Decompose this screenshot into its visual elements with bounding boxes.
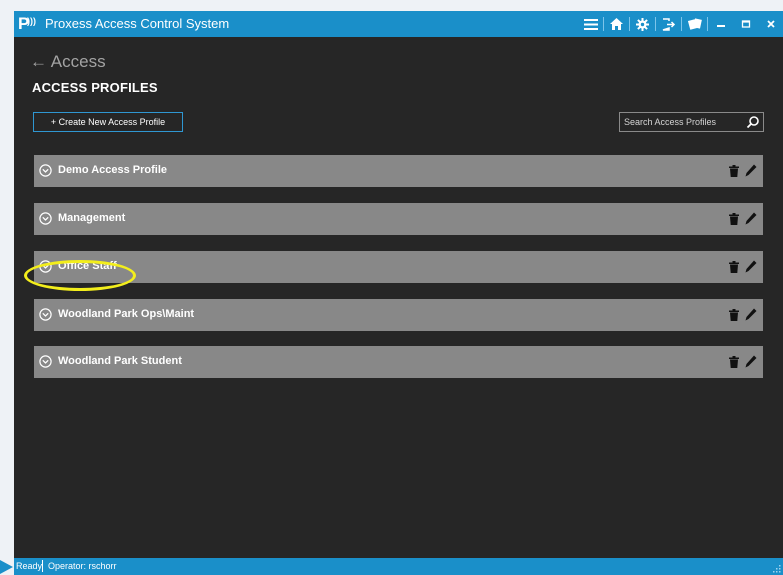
pencil-icon[interactable] — [745, 212, 757, 225]
back-nav[interactable]: ← Access — [30, 52, 106, 72]
search-icon[interactable] — [746, 115, 760, 129]
settings-icon[interactable] — [630, 11, 655, 37]
page-title: ACCESS PROFILES — [32, 80, 158, 95]
profile-row[interactable]: Woodland Park Ops\Maint — [34, 299, 763, 331]
status-operator: Operator: rschorr — [48, 561, 117, 571]
home-icon[interactable] — [604, 11, 629, 37]
trash-icon[interactable] — [729, 356, 739, 368]
profile-name: Woodland Park Student — [58, 355, 182, 367]
search-box — [619, 112, 764, 132]
profile-name: Demo Access Profile — [58, 164, 168, 176]
status-ready: Ready — [16, 561, 43, 571]
trash-icon[interactable] — [729, 309, 739, 321]
menu-icon[interactable] — [578, 11, 603, 37]
status-bar: Ready Operator: rschorr — [14, 558, 783, 575]
pencil-icon[interactable] — [745, 308, 757, 321]
logout-icon[interactable] — [656, 11, 681, 37]
trash-icon[interactable] — [729, 165, 739, 177]
cards-icon[interactable] — [682, 11, 707, 37]
chevron-down-icon[interactable] — [39, 308, 52, 321]
minimize-icon[interactable] — [708, 11, 733, 37]
search-input[interactable] — [624, 114, 742, 130]
trash-icon[interactable] — [729, 213, 739, 225]
pencil-icon[interactable] — [745, 260, 757, 273]
trash-icon[interactable] — [729, 261, 739, 273]
chevron-down-icon[interactable] — [39, 164, 52, 177]
create-profile-button[interactable]: + Create New Access Profile — [33, 112, 183, 132]
pointer-icon — [0, 560, 13, 574]
back-label: Access — [50, 52, 106, 71]
profile-name: Management — [58, 212, 126, 224]
profile-row[interactable]: Demo Access Profile — [34, 155, 763, 187]
pencil-icon[interactable] — [745, 164, 757, 177]
proxess-logo-icon: P))) — [18, 14, 36, 33]
chevron-down-icon[interactable] — [39, 260, 52, 273]
status-divider — [42, 560, 43, 572]
close-icon[interactable] — [758, 11, 783, 37]
profile-row[interactable]: Management — [34, 203, 763, 235]
title-bar: P))) Proxess Access Control System — [14, 11, 783, 37]
maximize-icon[interactable] — [733, 11, 758, 37]
chevron-down-icon[interactable] — [39, 355, 52, 368]
back-arrow-icon: ← — [30, 52, 47, 71]
profile-row[interactable]: Office Staff — [34, 251, 763, 283]
profile-row[interactable]: Woodland Park Student — [34, 346, 763, 378]
app-window: P))) Proxess Access Control System ← Acc… — [14, 11, 783, 558]
pencil-icon[interactable] — [745, 355, 757, 368]
profile-name: Woodland Park Ops\Maint — [58, 308, 195, 320]
title-bar-actions — [578, 11, 783, 37]
chevron-down-icon[interactable] — [39, 212, 52, 225]
resize-grip-icon[interactable] — [773, 565, 781, 573]
window-title: Proxess Access Control System — [45, 16, 230, 31]
profile-name: Office Staff — [58, 260, 117, 272]
